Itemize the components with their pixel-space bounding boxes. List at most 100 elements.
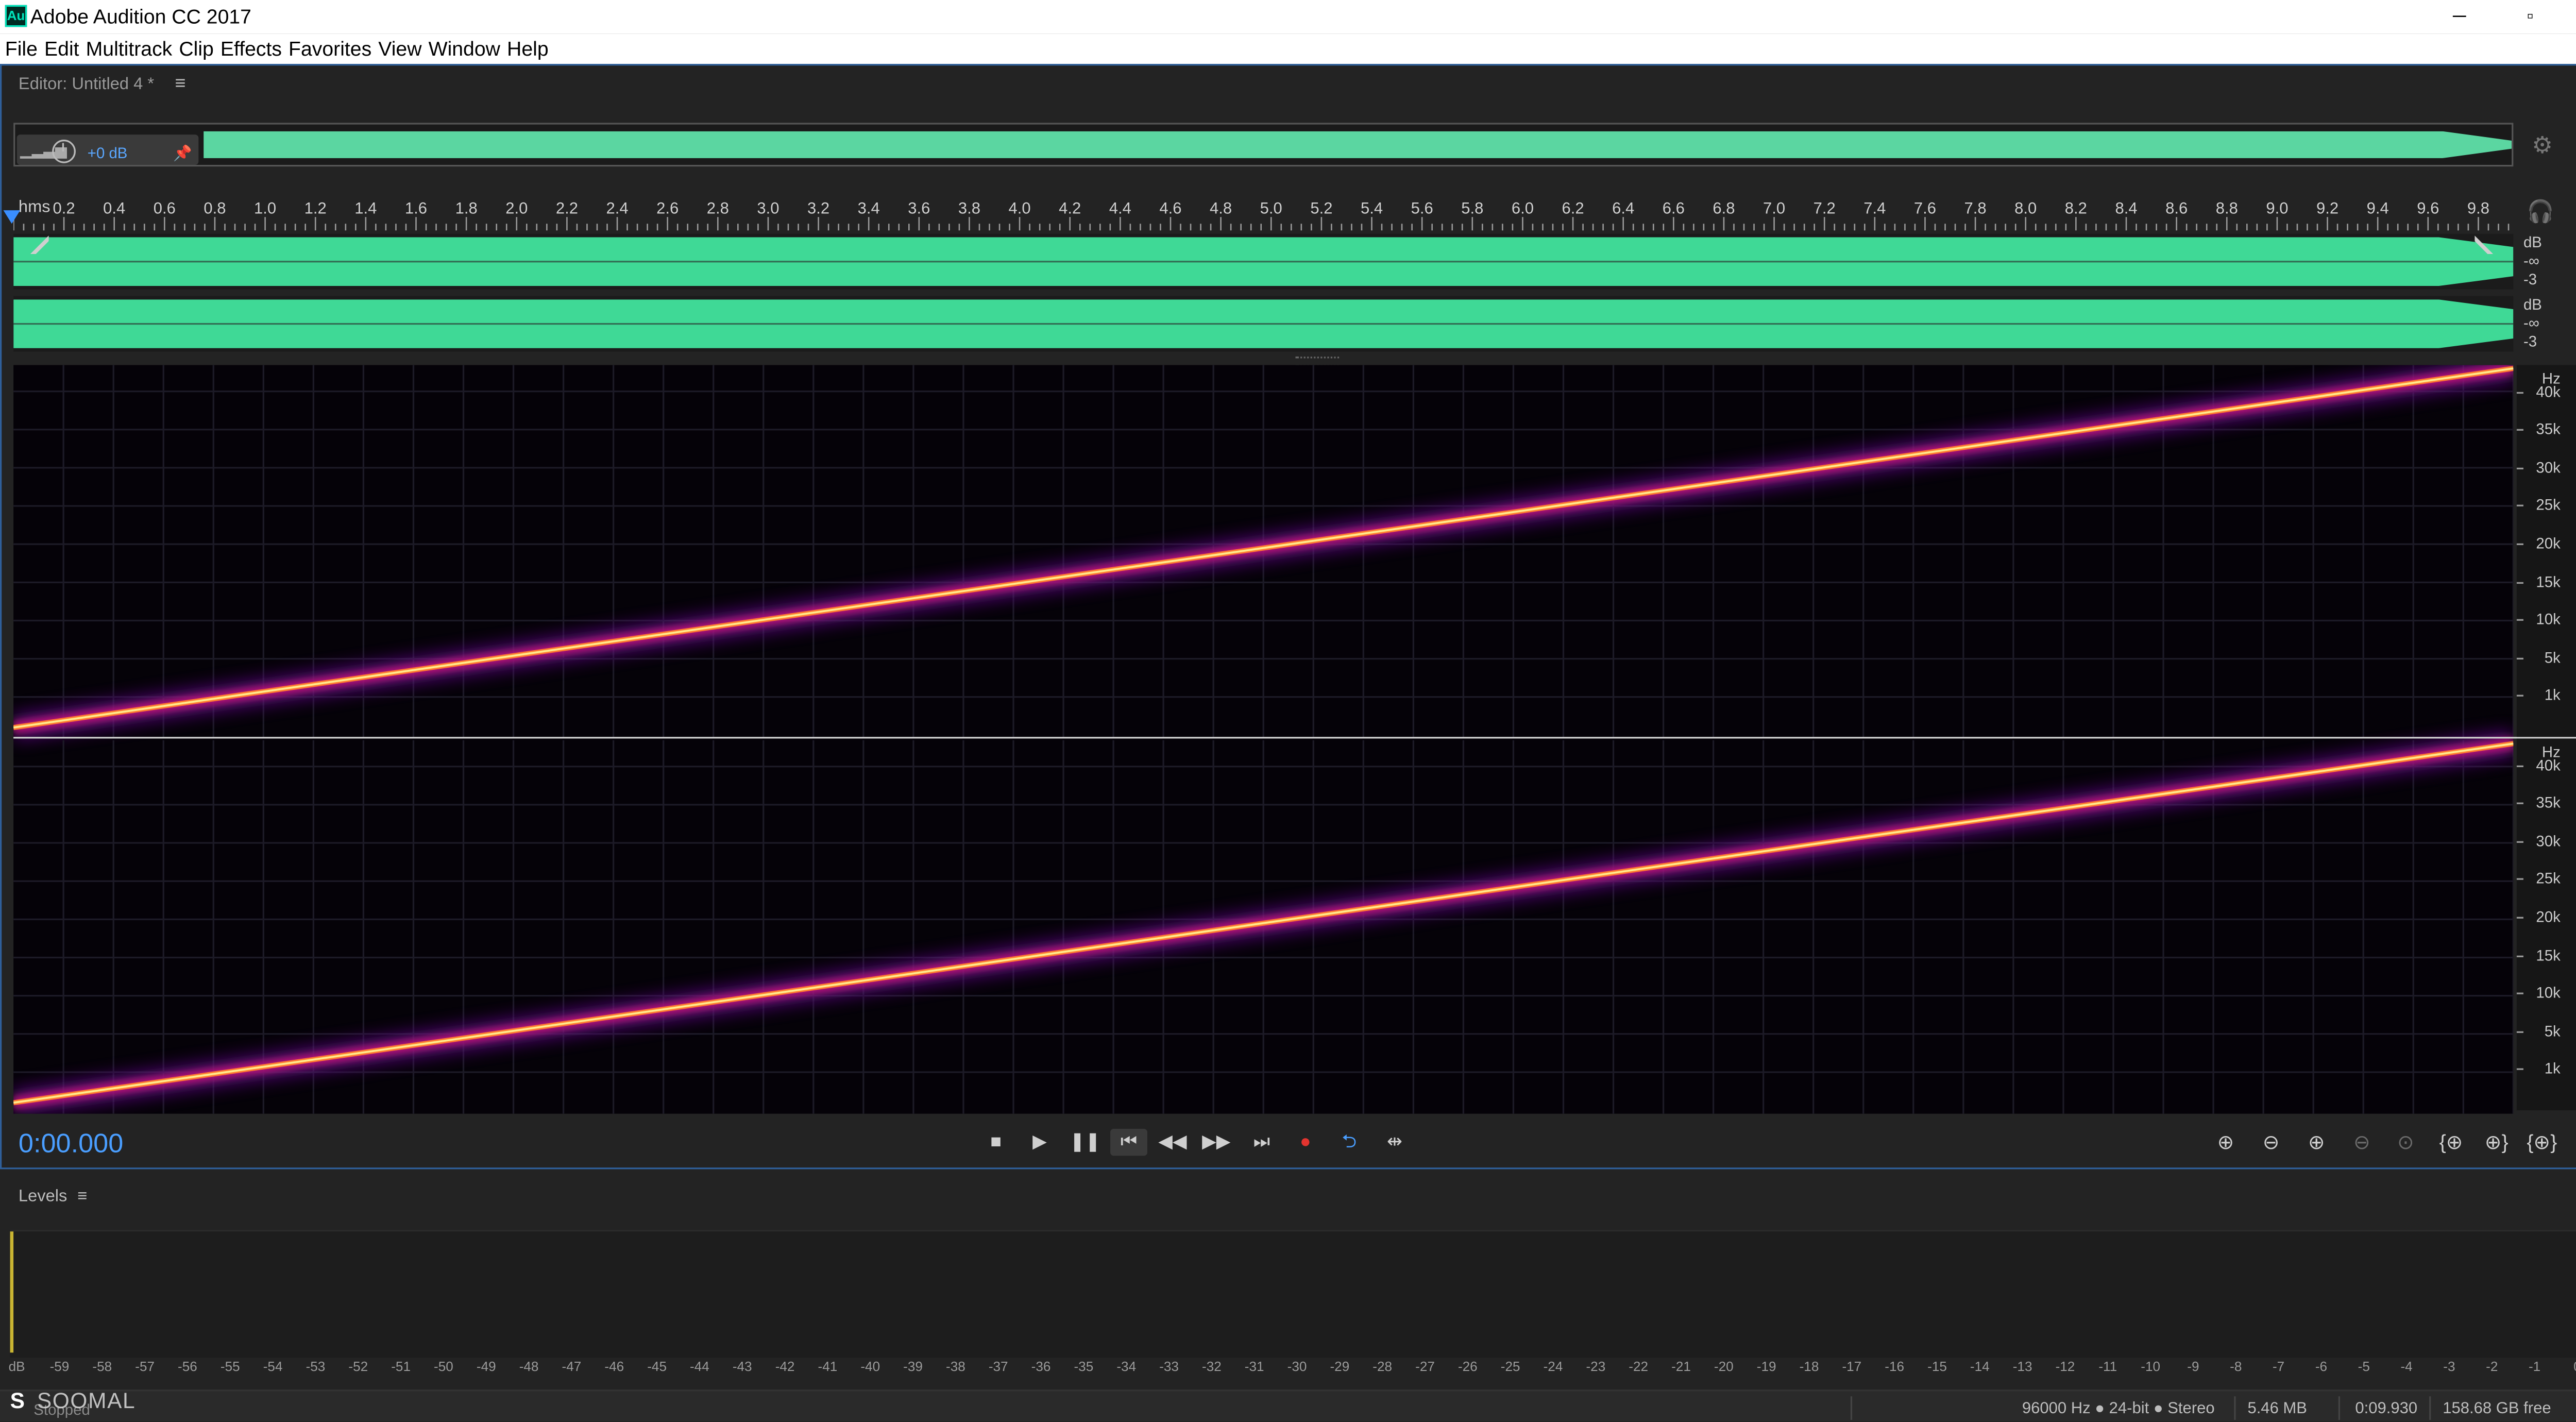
close-button[interactable]: ✕: [2569, 0, 2576, 33]
levels-scale-label: -3: [2443, 1359, 2455, 1375]
levels-panel-menu-icon[interactable]: ≡: [77, 1188, 87, 1206]
window-title: Adobe Audition CC 2017: [30, 5, 251, 29]
frequency-scale-right: Hz 40k 35k 30k 25k 20k 15k 10k 5k 1k: [2516, 738, 2576, 1111]
ruler-ticks: 0.2 0.4 0.6 0.8 1.0 1.2 1.4 1.6 1.8 2.0 2.2 2.4 2.6 2…: [13, 199, 2510, 231]
levels-scale-label: -15: [1927, 1359, 1947, 1375]
frequency-tick: [2516, 543, 2523, 545]
pause-button[interactable]: ❚❚: [1066, 1129, 1104, 1156]
frequency-label: 15k: [2536, 573, 2561, 590]
levels-scale-label: -42: [775, 1359, 795, 1375]
fast-forward-button[interactable]: ▶▶: [1198, 1129, 1235, 1156]
frequency-label: 30k: [2536, 459, 2561, 476]
menu-file[interactable]: File: [5, 33, 38, 64]
levels-meter: [10, 1229, 2576, 1358]
levels-scale-label: -4: [2400, 1359, 2413, 1375]
levels-scale-label: -17: [1842, 1359, 1862, 1375]
playhead-marker[interactable]: [3, 210, 21, 224]
ruler-label: 4.2: [1059, 199, 1081, 217]
editor-panel-menu-icon[interactable]: ≡: [175, 74, 186, 94]
levels-scale-label: -39: [903, 1359, 923, 1375]
ruler-label: 0.4: [103, 199, 125, 217]
levels-scale-label: -40: [860, 1359, 880, 1375]
menu-window[interactable]: Window: [429, 33, 500, 64]
ruler-label: 7.2: [1814, 199, 1836, 217]
ruler-label: 4.0: [1009, 199, 1031, 217]
menu-edit[interactable]: Edit: [44, 33, 79, 64]
ruler-label: 9.0: [2266, 199, 2288, 217]
spectral-frequency-display[interactable]: [13, 365, 2514, 1114]
levels-scale-label: -41: [818, 1359, 838, 1375]
audition-logo-icon: Au: [5, 5, 27, 27]
move-playhead-to-previous-button[interactable]: ⏮: [1110, 1129, 1147, 1156]
scale-unit: dB: [2523, 296, 2542, 313]
ruler-label: 9.6: [2417, 199, 2439, 217]
editor-tab[interactable]: Editor: Untitled 4 *: [19, 76, 154, 94]
levels-scale-label: -30: [1287, 1359, 1307, 1375]
loop-playback-button[interactable]: ⮌: [1331, 1129, 1368, 1156]
scale-unit: dB: [2523, 233, 2542, 251]
levels-scale-label: -37: [988, 1359, 1008, 1375]
zoom-in-time-button[interactable]: ⊕: [2298, 1129, 2335, 1156]
title-bar: Au Adobe Audition CC 2017 ─ ▫ ✕: [0, 0, 2576, 34]
levels-scale-label: -25: [1500, 1359, 1520, 1375]
status-separator: [2234, 1396, 2236, 1420]
levels-scale-label: -32: [1202, 1359, 1222, 1375]
levels-scale-label: -31: [1244, 1359, 1264, 1375]
move-playhead-to-next-button[interactable]: ⏭: [1243, 1129, 1280, 1156]
frequency-tick: [2516, 1030, 2523, 1033]
menu-help[interactable]: Help: [507, 33, 549, 64]
record-button[interactable]: ●: [1287, 1129, 1324, 1156]
levels-scale-label: -26: [1458, 1359, 1478, 1375]
frequency-label: 30k: [2536, 832, 2561, 850]
levels-scale-label: -2: [2486, 1359, 2498, 1375]
levels-scale-label: -8: [2230, 1359, 2242, 1375]
menu-effects[interactable]: Effects: [221, 33, 282, 64]
time-ruler[interactable]: hms 0.2 0.4 0.6 0.8 1.0 1.2 1.4 1.6 1.8 2.0 2.2 2.4…: [13, 194, 2513, 231]
channel-divider: [13, 737, 2576, 739]
menu-favorites[interactable]: Favorites: [289, 33, 371, 64]
zoom-in-amplitude-button[interactable]: ⊕: [2207, 1129, 2244, 1156]
menu-multitrack[interactable]: Multitrack: [86, 33, 173, 64]
menu-clip[interactable]: Clip: [179, 33, 213, 64]
zoom-out-amplitude-button[interactable]: ⊖: [2252, 1129, 2290, 1156]
play-button[interactable]: ▶: [1021, 1129, 1058, 1156]
pin-icon[interactable]: 📌: [173, 145, 192, 163]
levels-scale-label: -43: [732, 1359, 752, 1375]
ruler-label: 7.6: [1914, 199, 1936, 217]
frequency-label: 20k: [2536, 535, 2561, 552]
zoom-out-full-button[interactable]: ⊙: [2387, 1129, 2424, 1156]
audition-window: Au Adobe Audition CC 2017 ─ ▫ ✕ File Edi…: [0, 0, 2576, 1422]
levels-scale-label: -1: [2528, 1359, 2541, 1375]
time-display[interactable]: 0:00.000: [19, 1130, 123, 1161]
zoom-out-time-button[interactable]: ⊖: [2344, 1129, 2381, 1156]
frequency-tick: [2516, 993, 2523, 995]
levels-scale-label: -7: [2272, 1359, 2285, 1375]
zoom-in-at-out-point-button[interactable]: ⊕}: [2478, 1129, 2515, 1156]
overview-navigator[interactable]: [13, 123, 2514, 167]
frequency-scale-left: Hz 40k 35k 30k 25k 20k 15k 10k 5k 1k: [2516, 365, 2576, 737]
menu-view[interactable]: View: [378, 33, 421, 64]
zoom-navigator-icon[interactable]: ⚙: [2532, 131, 2553, 160]
levels-scale-label: -55: [220, 1359, 240, 1375]
ruler-label: 7.4: [1863, 199, 1886, 217]
waveform-channel-left[interactable]: [13, 233, 2514, 290]
levels-panel-title[interactable]: Levels: [19, 1188, 67, 1206]
minimize-button[interactable]: ─: [2426, 0, 2494, 33]
ruler-label: 3.4: [858, 199, 880, 217]
scale-label: -3: [2523, 270, 2537, 288]
ruler-label: 2.6: [656, 199, 679, 217]
duration: 0:09.930: [2355, 1399, 2418, 1418]
levels-scale-label: -23: [1586, 1359, 1606, 1375]
zoom-selected-tracks-button[interactable]: ⊡: [2566, 1129, 2576, 1156]
skip-selection-button[interactable]: ⇹: [1376, 1129, 1413, 1156]
stop-button[interactable]: ■: [977, 1129, 1014, 1156]
restore-button[interactable]: ▫: [2497, 0, 2564, 33]
rewind-button[interactable]: ◀◀: [1154, 1129, 1191, 1156]
zoom-in-at-in-point-button[interactable]: {⊕: [2433, 1129, 2470, 1156]
waveform-channel-right[interactable]: [13, 296, 2514, 352]
volume-knob[interactable]: [52, 140, 76, 163]
levels-scale-label: -53: [306, 1359, 326, 1375]
headphones-icon[interactable]: 🎧: [2527, 198, 2554, 225]
zoom-to-selection-button[interactable]: {⊕}: [2523, 1129, 2561, 1156]
levels-scale-label: -14: [1970, 1359, 1990, 1375]
